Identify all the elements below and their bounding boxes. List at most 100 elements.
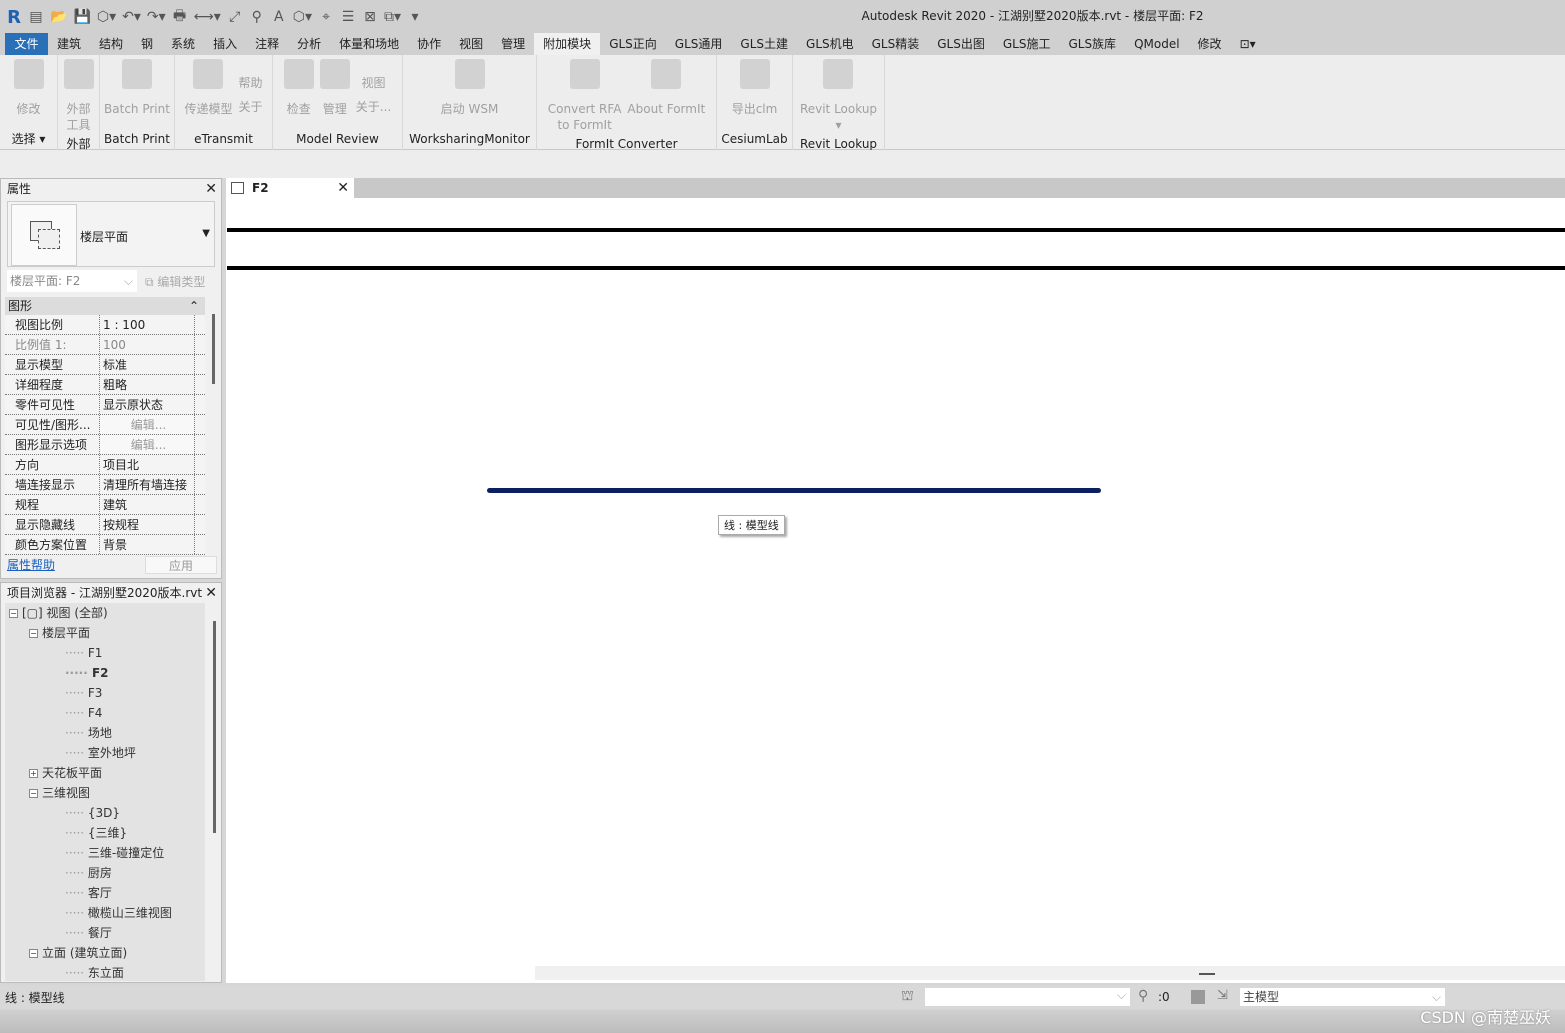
property-value[interactable]: 100 xyxy=(100,335,195,354)
property-value[interactable]: 清理所有墙连接 xyxy=(100,475,195,494)
property-value[interactable]: 标准 xyxy=(100,355,195,374)
instance-filter-select[interactable]: 楼层平面: F2 ⌵ xyxy=(7,270,137,292)
expand-icon[interactable]: + xyxy=(29,769,38,778)
tree-item[interactable]: ····· F2 xyxy=(5,663,205,683)
collapse-icon[interactable]: − xyxy=(29,789,38,798)
tab-8[interactable]: 体量和场地 xyxy=(330,33,408,55)
tab-20[interactable]: GLS族库 xyxy=(1059,33,1125,55)
collapse-icon[interactable]: − xyxy=(29,629,38,638)
model-label: 主模型 xyxy=(1243,990,1280,1004)
tab-22[interactable]: 修改 xyxy=(1189,33,1231,55)
tree-item[interactable]: − 三维视图 xyxy=(5,783,205,803)
horizontal-scrollbar[interactable] xyxy=(535,966,1565,980)
tree-item[interactable]: ····· 客厅 xyxy=(5,883,205,903)
property-value[interactable]: 建筑 xyxy=(100,495,195,514)
ribbon-button[interactable]: 管理 xyxy=(317,55,353,128)
edit-button[interactable]: 编辑... xyxy=(100,415,195,434)
dropdown-arrow-icon[interactable]: ▼ xyxy=(202,228,210,239)
property-value[interactable]: 显示原状态 xyxy=(100,395,195,414)
tab-17[interactable]: GLS精装 xyxy=(863,33,929,55)
tab-14[interactable]: GLS通用 xyxy=(666,33,732,55)
tab-23[interactable]: ⊡▾ xyxy=(1231,33,1265,55)
ribbon-button[interactable]: 外部 工具 xyxy=(61,55,97,133)
tab-3[interactable]: 钢 xyxy=(132,33,162,55)
collapse-icon[interactable]: − xyxy=(29,949,38,958)
editable-only-icon[interactable] xyxy=(1191,990,1205,1004)
property-value[interactable]: 1 : 100 xyxy=(100,315,195,334)
collapse-icon[interactable]: ⌃ xyxy=(189,297,199,315)
tab-21[interactable]: QModel xyxy=(1125,33,1188,55)
tab-6[interactable]: 注释 xyxy=(246,33,288,55)
ribbon-button[interactable]: 检查 xyxy=(281,55,317,128)
tab-2[interactable]: 结构 xyxy=(90,33,132,55)
apply-button[interactable]: 应用 xyxy=(145,556,217,574)
property-value[interactable]: 项目北 xyxy=(100,455,195,474)
tab-15[interactable]: GLS土建 xyxy=(731,33,797,55)
tree-item[interactable]: ····· {3D} xyxy=(5,803,205,823)
tree-item[interactable]: ····· F4 xyxy=(5,703,205,723)
drawing-canvas[interactable]: F2 ✕ 线 : 模型线 xyxy=(226,178,1565,983)
ribbon-button[interactable]: Revit Lookup ▾ xyxy=(797,55,880,133)
scrollbar[interactable] xyxy=(212,314,215,384)
wall-line[interactable] xyxy=(227,266,1565,270)
tree-item[interactable]: ····· 厨房 xyxy=(5,863,205,883)
worksets-icon[interactable]: ⛫ xyxy=(901,988,914,1006)
ribbon-button[interactable]: 视图 关于... xyxy=(353,55,394,128)
tab-11[interactable]: 管理 xyxy=(492,33,534,55)
tab-1[interactable]: 建筑 xyxy=(48,33,90,55)
tree-item[interactable]: − 楼层平面 xyxy=(5,623,205,643)
property-value[interactable]: 粗略 xyxy=(100,375,195,394)
tab-13[interactable]: GLS正向 xyxy=(600,33,666,55)
tree-item[interactable]: ····· 餐厅 xyxy=(5,923,205,943)
ribbon-button[interactable]: About FormIt xyxy=(624,55,708,133)
tab-12[interactable]: 附加模块 xyxy=(534,33,601,55)
tree-item[interactable]: + 天花板平面 xyxy=(5,763,205,783)
edit-type-button[interactable]: ⧉ 编辑类型 xyxy=(145,273,205,290)
ribbon-button[interactable]: Convert RFA to FormIt xyxy=(545,55,625,133)
tree-item[interactable]: ····· {三维} xyxy=(5,823,205,843)
design-option-icon[interactable]: ⇲ xyxy=(1217,988,1228,1003)
close-icon[interactable]: ✕ xyxy=(205,179,217,199)
collapse-icon[interactable]: − xyxy=(9,609,18,618)
ribbon-button[interactable]: 传递模型 xyxy=(181,55,235,128)
type-selector[interactable]: 楼层平面 ▼ xyxy=(7,201,215,267)
workset-select[interactable]: ⌵ xyxy=(925,988,1130,1006)
tab-19[interactable]: GLS施工 xyxy=(994,33,1060,55)
ribbon-button[interactable]: Batch Print xyxy=(101,55,173,128)
tab-0[interactable]: 文件 xyxy=(5,33,48,55)
ribbon-button[interactable]: 启动 WSM xyxy=(438,55,502,128)
selected-model-line[interactable] xyxy=(487,488,1101,493)
tab-9[interactable]: 协作 xyxy=(408,33,450,55)
close-icon[interactable]: ✕ xyxy=(337,178,349,198)
wall-line[interactable] xyxy=(227,228,1565,232)
ribbon-button[interactable]: 导出clm xyxy=(729,55,781,128)
tree-item[interactable]: ····· F1 xyxy=(5,643,205,663)
tree-item[interactable]: ····· 橄榄山三维视图 xyxy=(5,903,205,923)
ribbon-button[interactable]: 修改 xyxy=(11,55,47,128)
tree-item[interactable]: ····· 室外地坪 xyxy=(5,743,205,763)
tree-item[interactable]: ····· 东立面 xyxy=(5,963,205,981)
tree-item[interactable]: ····· F3 xyxy=(5,683,205,703)
tab-18[interactable]: GLS出图 xyxy=(928,33,994,55)
property-value[interactable]: 按规程 xyxy=(100,515,195,534)
tree-item[interactable]: ····· 场地 xyxy=(5,723,205,743)
tab-7[interactable]: 分析 xyxy=(288,33,330,55)
group-header[interactable]: 图形 ⌃ xyxy=(5,297,205,315)
tree-item[interactable]: ····· 三维-碰撞定位 xyxy=(5,843,205,863)
edit-button[interactable]: 编辑... xyxy=(100,435,195,454)
tab-16[interactable]: GLS机电 xyxy=(797,33,863,55)
property-value[interactable]: 背景 xyxy=(100,535,195,554)
design-option-select[interactable]: 主模型 ⌵ xyxy=(1240,988,1445,1006)
ribbon-button[interactable]: 帮助 关于 xyxy=(236,55,266,128)
tree-item[interactable]: − 立面 (建筑立面) xyxy=(5,943,205,963)
view-tab-f2[interactable]: F2 ✕ xyxy=(226,178,354,198)
ribbon-panel: 修改 选择 ▾ xyxy=(0,55,58,150)
tab-10[interactable]: 视图 xyxy=(450,33,492,55)
filter-icon[interactable]: ⚲ xyxy=(1138,988,1148,1004)
tab-5[interactable]: 插入 xyxy=(204,33,246,55)
tree-item[interactable]: − [▢] 视图 (全部) xyxy=(5,603,205,623)
tab-4[interactable]: 系统 xyxy=(162,33,204,55)
properties-help-link[interactable]: 属性帮助 xyxy=(7,556,55,574)
scrollbar[interactable] xyxy=(213,621,216,833)
close-icon[interactable]: ✕ xyxy=(205,583,217,603)
